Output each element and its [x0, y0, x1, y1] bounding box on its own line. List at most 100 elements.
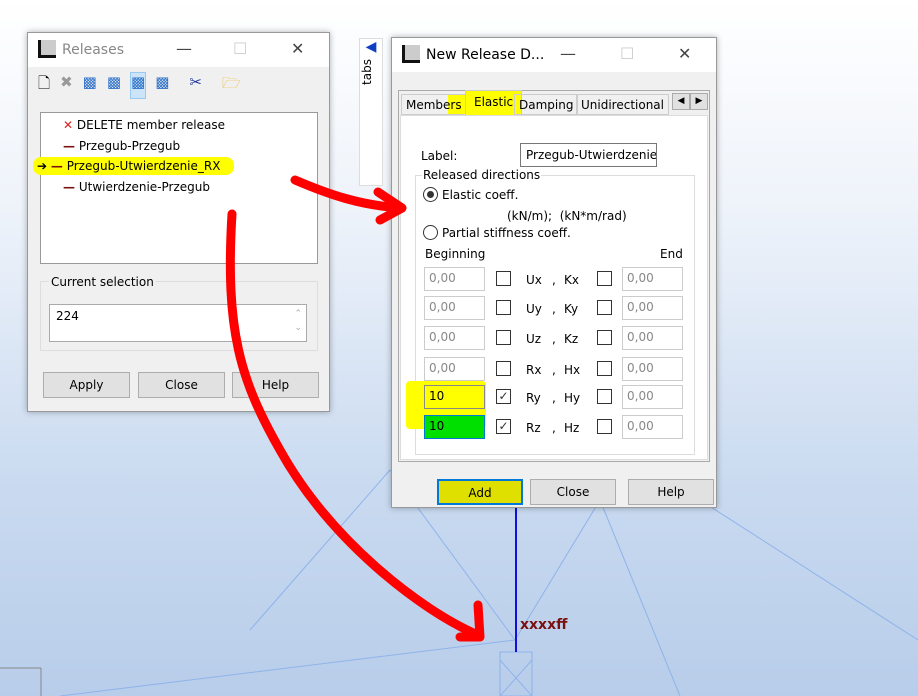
maximize-button[interactable]: ☐ — [620, 44, 634, 63]
coef-label: Kz — [564, 332, 579, 346]
title-bar[interactable]: New Release D... — ☐ ✕ — [392, 38, 716, 72]
scissors-icon[interactable]: ✂ — [189, 73, 202, 98]
view-details-icon[interactable]: ▩ — [155, 73, 169, 98]
app-icon — [38, 40, 56, 58]
releases-window: Releases — ☐ ✕ 🗋 ✖ ▩ ▩ ▩ ▩ ✂ 🗁 ✕ DELETE … — [27, 32, 330, 412]
beginning-coef-input[interactable]: 0,00 — [424, 296, 485, 320]
close-button[interactable]: Close — [530, 479, 616, 505]
end-release-checkbox[interactable] — [597, 419, 612, 434]
list-item-selected[interactable]: ➔ — Przegub-Utwierdzenie_RX — [33, 157, 235, 175]
current-selection-group: Current selection 224 ⌃ ⌄ — [40, 275, 318, 351]
list-item[interactable]: — Utwierdzenie-Przegub — [63, 180, 210, 194]
current-selection-input[interactable]: 224 ⌃ ⌄ — [49, 304, 307, 342]
separator: , — [552, 332, 556, 346]
new-release-dialog: New Release D... — ☐ ✕ Members Elastic D… — [391, 37, 717, 508]
list-item[interactable]: ✕ DELETE member release — [63, 118, 225, 132]
toolbar: 🗋 ✖ ▩ ▩ ▩ ▩ ✂ 🗁 — [38, 72, 241, 99]
coef-label: Ky — [564, 302, 579, 316]
scrollbar[interactable]: ⌃ ⌄ — [294, 307, 302, 335]
tab-damping[interactable]: Damping — [514, 94, 579, 115]
minimize-button[interactable]: — — [176, 39, 192, 58]
beginning-release-checkbox[interactable]: ✓ — [496, 419, 511, 434]
close-window-button[interactable]: ✕ — [678, 44, 691, 63]
app-icon — [402, 45, 420, 63]
end-coef-input[interactable]: 0,00 — [622, 326, 683, 350]
beginning-coef-input[interactable]: 10 — [424, 385, 485, 409]
direction-label: Uz — [526, 332, 542, 346]
node-label: xxxxff — [520, 617, 568, 633]
end-coef-input[interactable]: 0,00 — [622, 267, 683, 291]
beginning-coef-input[interactable]: 0,00 — [424, 267, 485, 291]
arrow-left-icon: ◀ — [365, 39, 377, 55]
help-button[interactable]: Help — [628, 479, 714, 505]
separator: , — [552, 302, 556, 316]
beginning-release-checkbox[interactable]: ✓ — [496, 389, 511, 404]
maximize-button[interactable]: ☐ — [233, 39, 247, 58]
close-window-button[interactable]: ✕ — [291, 39, 304, 58]
delete-x-icon: ✕ — [63, 118, 74, 132]
coef-label: Hy — [564, 391, 581, 405]
beginning-label: Beginning — [425, 247, 486, 261]
new-icon[interactable]: 🗋 — [38, 73, 50, 98]
apply-button[interactable]: Apply — [43, 372, 130, 398]
minimize-button[interactable]: — — [560, 44, 576, 63]
beginning-coef-input[interactable]: 10 — [424, 415, 485, 439]
end-coef-input[interactable]: 0,00 — [622, 385, 683, 409]
folder-icon[interactable]: 🗁 — [222, 73, 241, 98]
beginning-release-checkbox[interactable] — [496, 300, 511, 315]
title-bar[interactable]: Releases — ☐ ✕ — [28, 33, 329, 67]
end-release-checkbox[interactable] — [597, 361, 612, 376]
delete-icon[interactable]: ✖ — [60, 73, 73, 98]
beginning-coef-input[interactable]: 0,00 — [424, 357, 485, 381]
end-coef-input[interactable]: 0,00 — [622, 296, 683, 320]
separator: , — [552, 273, 556, 287]
end-coef-input[interactable]: 0,00 — [622, 357, 683, 381]
tabs-label: tabs — [359, 59, 374, 85]
tab-scroll-right-button[interactable]: ▶ — [690, 93, 708, 110]
tab-scroll-left-button[interactable]: ◀ — [672, 93, 690, 110]
add-button[interactable]: Add — [437, 479, 523, 505]
window-title: Releases — [62, 42, 124, 58]
end-release-checkbox[interactable] — [597, 389, 612, 404]
view-list-icon[interactable]: ▩ — [130, 72, 147, 99]
view-large-icon[interactable]: ▩ — [83, 73, 97, 98]
direction-label: Ry — [526, 391, 541, 405]
help-button[interactable]: Help — [232, 372, 319, 398]
elastic-radio-label[interactable]: Elastic coeff. — [442, 188, 518, 202]
view-small-icon[interactable]: ▩ — [107, 73, 121, 98]
coef-label: Hx — [564, 363, 581, 377]
dash-icon: — — [50, 159, 63, 173]
separator: , — [552, 391, 556, 405]
partial-radio[interactable] — [423, 225, 438, 240]
beginning-release-checkbox[interactable] — [496, 271, 511, 286]
end-release-checkbox[interactable] — [597, 330, 612, 345]
tab-members[interactable]: Members — [401, 94, 467, 115]
coef-label: Hz — [564, 421, 580, 435]
elastic-radio[interactable] — [423, 187, 438, 202]
current-selection-label: Current selection — [49, 275, 156, 289]
label-caption: Label: — [421, 149, 458, 163]
end-label: End — [660, 247, 683, 261]
dash-icon: — — [63, 139, 75, 153]
partial-radio-label[interactable]: Partial stiffness coeff. — [442, 226, 571, 240]
end-release-checkbox[interactable] — [597, 271, 612, 286]
dialog-title: New Release D... — [426, 47, 545, 63]
units-label: (kN/m); (kN*m/rad) — [507, 209, 627, 223]
direction-label: Rx — [526, 363, 542, 377]
beginning-release-checkbox[interactable] — [496, 330, 511, 345]
close-button[interactable]: Close — [138, 372, 225, 398]
label-input[interactable]: Przegub-Utwierdzenie_ — [520, 143, 657, 167]
direction-label: Ux — [526, 273, 542, 287]
beginning-coef-input[interactable]: 0,00 — [424, 326, 485, 350]
end-release-checkbox[interactable] — [597, 300, 612, 315]
release-list[interactable]: ✕ DELETE member release — Przegub-Przegu… — [33, 112, 318, 264]
separator: , — [552, 421, 556, 435]
list-item[interactable]: — Przegub-Przegub — [63, 139, 180, 153]
end-coef-input[interactable]: 0,00 — [622, 415, 683, 439]
released-directions-title: Released directions — [422, 168, 542, 182]
dash-icon: — — [63, 180, 75, 194]
side-tabs-strip[interactable]: ◀ tabs — [359, 38, 383, 186]
tab-unidirectional[interactable]: Unidirectional — [576, 94, 669, 115]
beginning-release-checkbox[interactable] — [496, 361, 511, 376]
direction-label: Rz — [526, 421, 541, 435]
